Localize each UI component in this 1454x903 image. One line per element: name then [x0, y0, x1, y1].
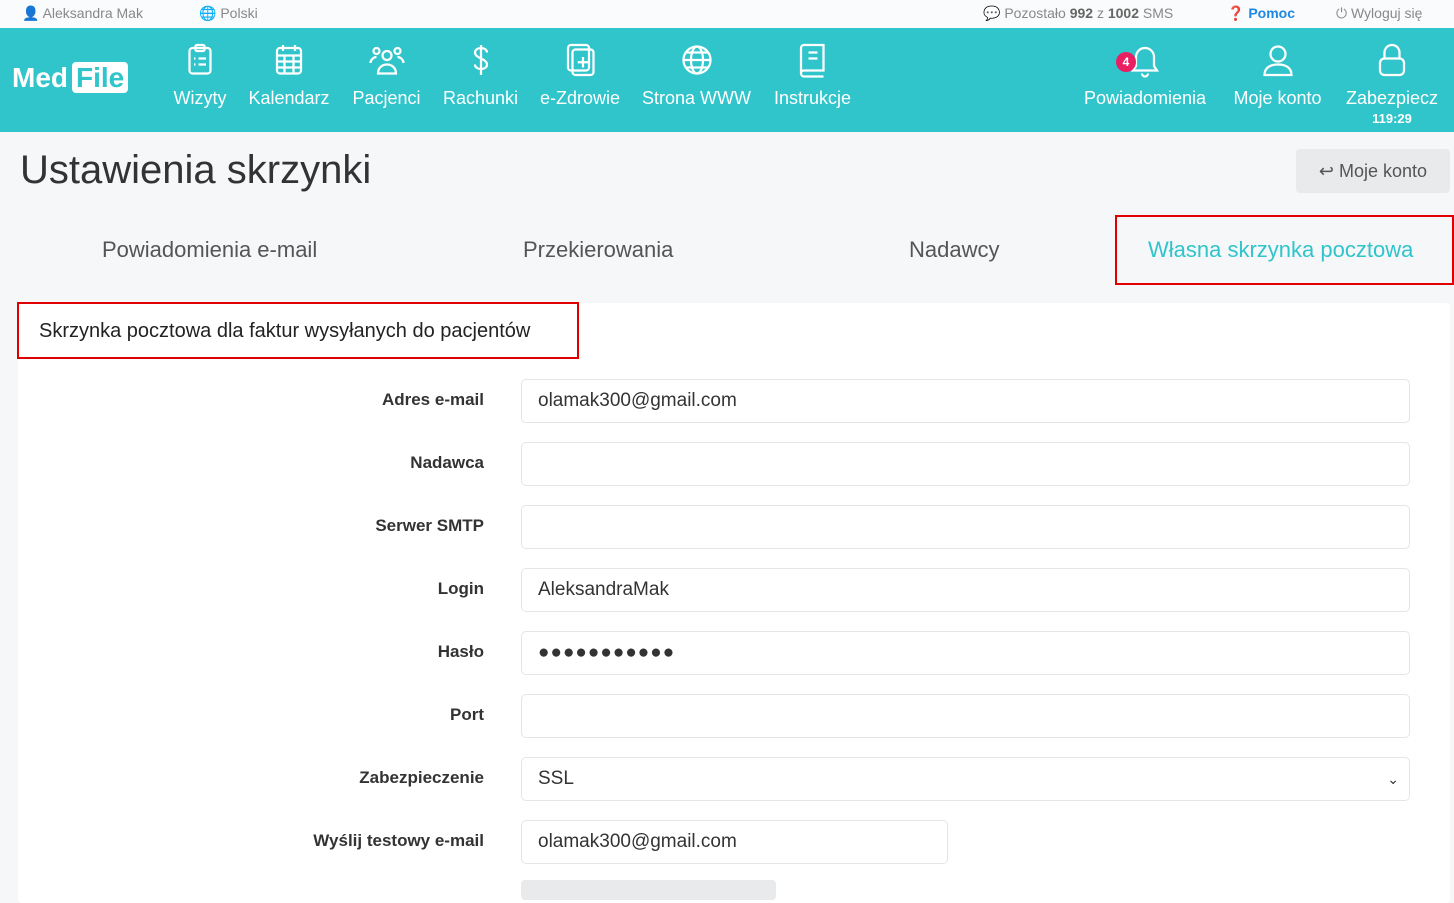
sms-total: 1002	[1107, 5, 1139, 21]
users-icon	[368, 46, 405, 75]
nav-instrukcje[interactable]: Instrukcje	[771, 42, 854, 109]
nav-zabezpiecz[interactable]: Zabezpiecz 119:29	[1343, 42, 1441, 126]
notification-badge: 4	[1116, 52, 1136, 72]
test-email-field[interactable]: olamak300@gmail.com	[521, 820, 948, 864]
port-label: Port	[450, 705, 484, 724]
user-link[interactable]: 👤 Aleksandra Mak	[22, 5, 143, 22]
nav-label: Strona WWW	[641, 88, 751, 108]
password-label: Hasło	[437, 642, 484, 661]
password-value: ●●●●●●●●●●●	[538, 642, 676, 663]
user-name: Aleksandra Mak	[42, 5, 143, 21]
nav-label: Zabezpiecz	[1345, 88, 1439, 108]
calendar-icon	[275, 45, 303, 75]
nav-strona-www[interactable]: Strona WWW	[641, 42, 752, 109]
highlight-box	[17, 302, 579, 359]
nav-label: Powiadomienia	[1083, 88, 1207, 108]
nav-label: Rachunki	[442, 88, 519, 108]
security-label: Zabezpieczenie	[359, 768, 484, 787]
security-value: SSL	[538, 768, 574, 789]
nav-label: e-Zdrowie	[539, 88, 621, 108]
email-field[interactable]: olamak300@gmail.com	[521, 379, 1410, 423]
nav-label: Moje konto	[1233, 88, 1322, 108]
nav-pacjenci[interactable]: Pacjenci	[350, 42, 423, 109]
nav-wizyty[interactable]: Wizyty	[172, 42, 228, 109]
chevron-down-icon: ⌄	[1387, 771, 1399, 787]
highlight-box	[1115, 215, 1454, 285]
logo-file: File	[72, 62, 129, 93]
help-label: Pomoc	[1248, 5, 1296, 21]
nav-rachunki[interactable]: Rachunki	[442, 42, 519, 109]
language-label: Polski	[220, 5, 258, 21]
port-field[interactable]	[521, 694, 1410, 738]
nav-kalendarz[interactable]: Kalendarz	[247, 42, 331, 109]
email-value: olamak300@gmail.com	[538, 390, 737, 411]
sms-left: 992	[1069, 5, 1094, 21]
medfile-logo[interactable]: Med File	[12, 62, 129, 94]
back-arrow-icon: ↩	[1318, 161, 1334, 181]
logout-link[interactable]: ⏻ Wyloguj się	[1336, 5, 1422, 22]
password-field[interactable]: ●●●●●●●●●●●	[521, 631, 1410, 675]
tab-nadawcy[interactable]: Nadawcy	[909, 237, 999, 263]
sms-mid: z	[1096, 5, 1104, 21]
health-card-icon	[566, 43, 595, 77]
logout-label: Wyloguj się	[1350, 5, 1423, 21]
smtp-server-label: Serwer SMTP	[375, 516, 484, 535]
lock-icon	[1378, 43, 1406, 77]
email-label: Adres e-mail	[381, 390, 484, 409]
globe-icon	[681, 45, 712, 75]
test-email-value: olamak300@gmail.com	[538, 831, 737, 852]
security-select[interactable]: SSL ⌄	[521, 757, 1410, 801]
globe-icon: 🌐	[199, 5, 217, 21]
chat-icon: 💬	[983, 5, 1001, 21]
sms-prefix: Pozostało	[1004, 5, 1066, 21]
book-icon	[799, 43, 825, 78]
nav-moje-konto[interactable]: Moje konto	[1230, 42, 1325, 109]
sender-label: Nadawca	[410, 453, 484, 472]
top-bar: 👤 Aleksandra Mak 🌐 Polski 💬 Pozostało 99…	[0, 0, 1454, 28]
question-icon: ❓	[1227, 5, 1245, 21]
page-title: Ustawienia skrzynki	[20, 148, 372, 192]
logo-med: Med	[12, 62, 68, 93]
clipboard-icon	[188, 43, 212, 75]
sms-suffix: SMS	[1142, 5, 1174, 21]
dollar-icon	[473, 45, 488, 75]
test-email-label: Wyślij testowy e-mail	[313, 831, 484, 850]
nav-label: Pacjenci	[352, 88, 421, 108]
smtp-server-field[interactable]	[521, 505, 1410, 549]
nav-powiadomienia[interactable]: 4 Powiadomienia	[1080, 42, 1210, 109]
tab-przekierowania[interactable]: Przekierowania	[523, 237, 673, 263]
login-value: AleksandraMak	[538, 579, 669, 600]
language-link[interactable]: 🌐 Polski	[199, 5, 258, 22]
nav-e-zdrowie[interactable]: e-Zdrowie	[538, 42, 622, 109]
lock-timer: 119:29	[1372, 111, 1412, 126]
back-to-account-button[interactable]: ↩ Moje konto	[1296, 149, 1450, 193]
nav-label: Instrukcje	[773, 88, 852, 108]
tab-powiadomienia-email[interactable]: Powiadomienia e-mail	[102, 237, 317, 263]
main-nav: Med File Wizyty Kalendarz Pacjenci Rachun…	[0, 28, 1454, 132]
user-icon	[1262, 45, 1293, 77]
power-icon: ⏻	[1336, 5, 1348, 21]
sender-field[interactable]	[521, 442, 1410, 486]
login-field[interactable]: AleksandraMak	[521, 568, 1410, 612]
nav-label: Wizyty	[173, 88, 227, 108]
back-button-label: Moje konto	[1339, 161, 1428, 181]
help-link[interactable]: ❓ Pomoc	[1227, 5, 1295, 22]
login-label: Login	[437, 579, 484, 598]
nav-label: Kalendarz	[248, 88, 330, 108]
send-test-button[interactable]	[521, 880, 776, 900]
sms-counter: 💬 Pozostało 992 z 1002 SMS	[983, 5, 1173, 22]
